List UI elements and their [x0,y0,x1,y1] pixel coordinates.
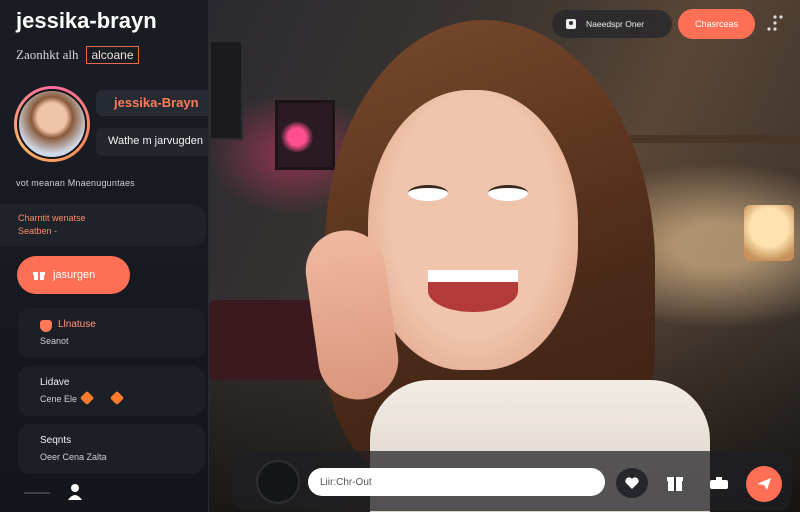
profile-avatar[interactable] [14,86,90,162]
like-button[interactable] [616,468,648,498]
streamer-person [300,20,760,512]
app-title: jessika-brayn [16,8,157,33]
viewer-pill[interactable]: Naeedspr Oner [552,10,672,38]
card-sub: Oeer Cena Zalta [40,452,107,462]
camera-button[interactable] [706,471,732,495]
sidebar: jessika-brayn Zaonhkt alh alcoane jessik… [0,0,209,512]
gift-icon [667,477,683,491]
sidebar-card-2[interactable]: Lidave Cene Ele [18,366,205,416]
user-icon[interactable] [68,484,82,500]
sidebar-card-3[interactable]: Seqnts Oeer Cena Zalta [18,424,205,474]
user-icon [566,19,576,29]
card-title: Lidave [40,377,70,388]
heart-icon [625,477,639,489]
divider [24,492,50,494]
profile-stats: vot meanan Mnaenuguntaes [16,178,135,188]
send-button[interactable] [746,466,782,502]
profile-handle[interactable]: jessika-Brayn [96,90,208,116]
subtitle-tag[interactable]: alcoane [86,46,139,64]
shield-icon [40,320,52,332]
subtitle: Zaonhkt alh [16,47,79,62]
send-icon [757,478,771,490]
sidebar-card-1[interactable]: Llnatuse Seanot [18,308,205,358]
gift-icon [33,272,45,280]
stat-line-1: Charntit wenatse [18,213,86,223]
card-sub: Cene Ele [40,394,78,404]
stat-box [0,204,206,246]
heart-icon [109,390,125,406]
viewer-pill-label: Naeedspr Oner [586,19,645,29]
subtitle-row: Zaonhkt alh alcoane [16,46,139,64]
heart-icon [79,390,95,406]
chat-input[interactable] [308,468,605,496]
gift-button[interactable] [662,469,688,495]
stat-line-2: Seatben - [18,226,58,236]
cta-button[interactable]: Chasrceas [678,9,755,39]
card-title: Seqnts [40,435,72,446]
join-button-label: jasurgen [53,269,96,281]
profile-bio: Wathe m jarvugden [96,128,208,156]
wall-frame [209,40,243,140]
camera-icon [710,477,728,489]
card-sub: Seanot [40,336,69,346]
kebab-icon[interactable] [766,14,784,32]
chat-avatar[interactable] [256,460,300,504]
card-title: Llnatuse [58,319,96,330]
join-button[interactable]: jasurgen [17,256,130,294]
